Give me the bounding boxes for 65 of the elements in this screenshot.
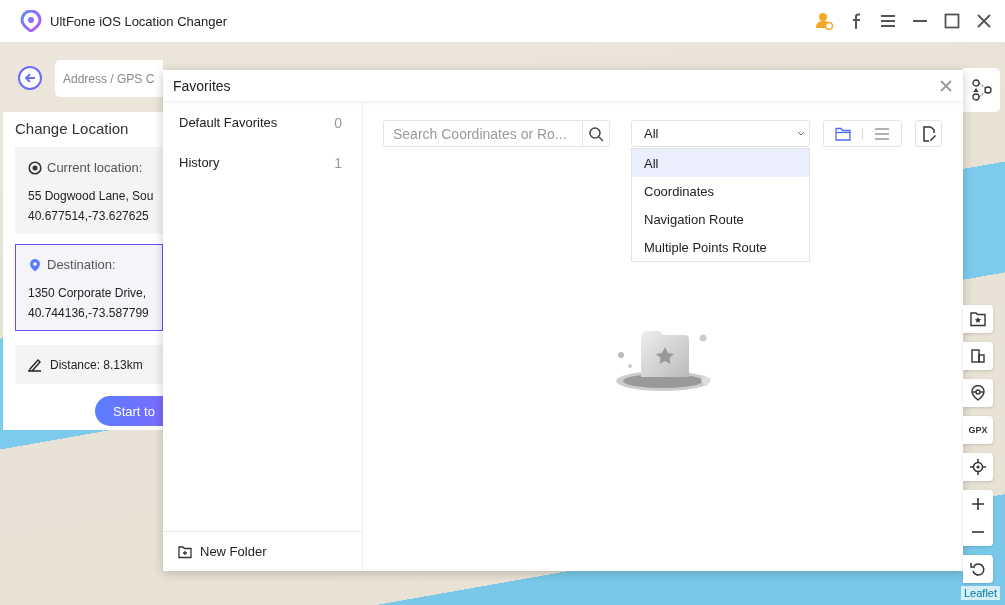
account-icon bbox=[815, 12, 833, 30]
minimize-button[interactable] bbox=[911, 20, 929, 22]
address-text: 1350 Corporate Drive, bbox=[28, 286, 148, 300]
search-button[interactable] bbox=[582, 120, 610, 147]
locate-button[interactable] bbox=[963, 453, 993, 481]
destination-card[interactable]: Destination: 1350 Corporate Drive, 40.744136,-73.587799 bbox=[15, 244, 163, 331]
maximize-button[interactable] bbox=[943, 12, 961, 30]
minus-icon bbox=[972, 531, 984, 533]
attribution-link[interactable]: Leaflet bbox=[960, 586, 1000, 600]
new-folder-button[interactable]: New Folder bbox=[163, 531, 362, 571]
distance-text: Distance: 8.13km bbox=[50, 357, 143, 372]
menu-icon bbox=[879, 12, 897, 30]
chevron-down-icon bbox=[797, 130, 805, 137]
location-label: Current location: bbox=[47, 160, 143, 175]
reset-button[interactable] bbox=[963, 555, 993, 583]
window-title: UltFone iOS Location Changer bbox=[50, 13, 228, 29]
app-logo-icon bbox=[20, 10, 42, 32]
folder-item[interactable]: Default Favorites 0 bbox=[163, 113, 362, 153]
close-icon bbox=[939, 78, 953, 93]
gpx-button[interactable]: GPX bbox=[963, 416, 993, 444]
crosshair-icon bbox=[970, 459, 986, 475]
zoom-out-button[interactable] bbox=[963, 518, 993, 546]
folder-count: 1 bbox=[334, 155, 342, 171]
route-mode-button[interactable] bbox=[963, 68, 1000, 112]
edit-document-icon bbox=[921, 125, 936, 142]
rotate-icon bbox=[970, 561, 986, 577]
map-pin-icon bbox=[970, 385, 986, 401]
folder-count: 0 bbox=[334, 115, 342, 131]
zoom-in-button[interactable] bbox=[963, 490, 993, 518]
folder-item[interactable]: History 1 bbox=[163, 153, 362, 193]
list-icon bbox=[874, 126, 890, 141]
dropdown-option[interactable]: All bbox=[632, 149, 809, 177]
start-button[interactable]: Start to bbox=[95, 396, 163, 426]
arrow-left-icon bbox=[24, 72, 36, 84]
route-points-icon bbox=[971, 79, 992, 101]
pin-button[interactable] bbox=[963, 379, 993, 407]
address-text: 55 Dogwood Lane, Sou bbox=[28, 189, 155, 203]
filter-dropdown[interactable]: All bbox=[631, 120, 810, 147]
location-label: Destination: bbox=[47, 257, 116, 272]
maximize-icon bbox=[943, 12, 961, 30]
close-icon bbox=[975, 12, 993, 30]
devices-icon bbox=[970, 348, 986, 364]
favorite-folder-icon bbox=[970, 311, 986, 327]
ruler-pen-icon bbox=[27, 357, 42, 372]
panel-title: Change Location bbox=[15, 120, 130, 137]
search-field[interactable]: Search Coordinates or Ro... bbox=[383, 120, 582, 147]
dialog-title: Favorites bbox=[173, 77, 232, 94]
menu-button[interactable] bbox=[879, 12, 897, 30]
device-button[interactable] bbox=[963, 342, 993, 370]
edit-button[interactable] bbox=[915, 120, 942, 147]
address-search-field[interactable]: Address / GPS C bbox=[55, 60, 163, 97]
location-pin-icon bbox=[28, 257, 42, 272]
coordinates-text: 40.677514,-73.627625 bbox=[28, 209, 150, 223]
folder-name: Default Favorites bbox=[179, 115, 278, 130]
minimize-icon bbox=[911, 20, 929, 22]
folder-name: History bbox=[179, 155, 220, 170]
folder-icon bbox=[835, 126, 851, 141]
folder-plus-icon bbox=[178, 544, 192, 559]
search-icon bbox=[588, 125, 604, 142]
plus-icon bbox=[972, 498, 984, 510]
target-icon bbox=[28, 160, 42, 175]
current-location-card[interactable]: Current location: 55 Dogwood Lane, Sou 40.677514,-73.627625 bbox=[15, 147, 163, 234]
close-button[interactable] bbox=[975, 12, 993, 30]
coordinates-text: 40.744136,-73.587799 bbox=[28, 306, 150, 320]
favorites-button[interactable] bbox=[963, 305, 993, 333]
